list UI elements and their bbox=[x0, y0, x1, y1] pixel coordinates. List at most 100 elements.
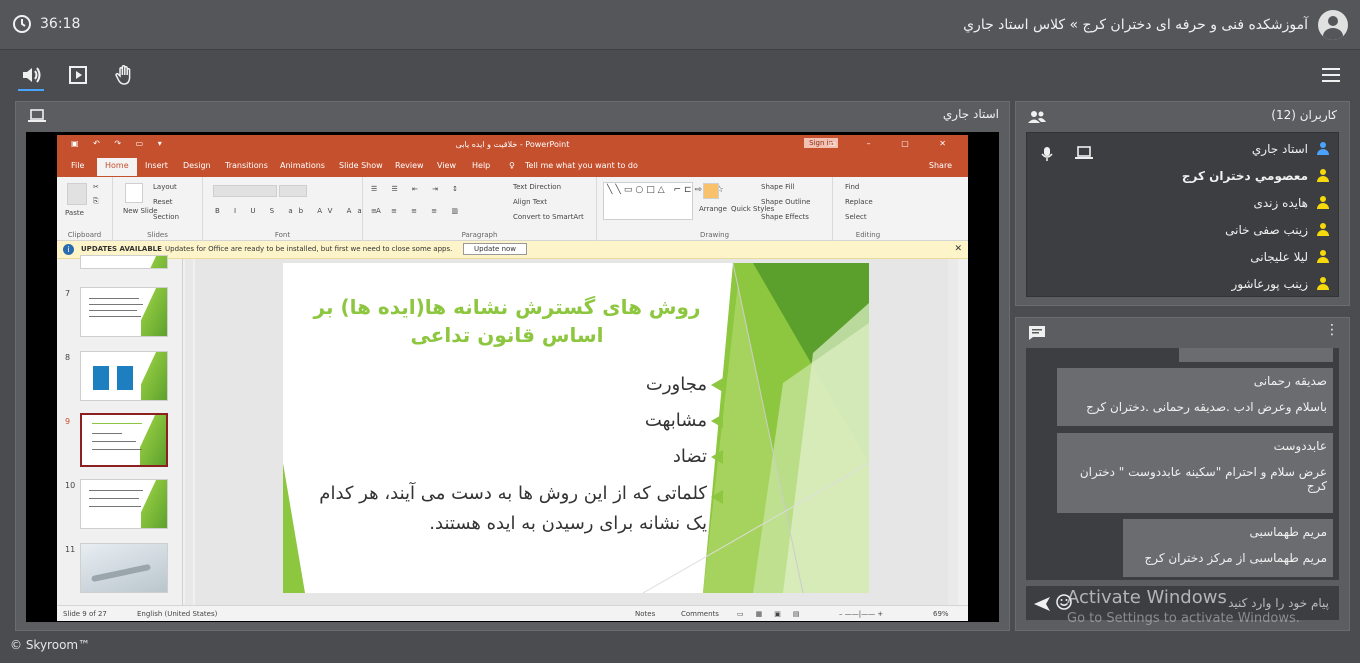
comments-button[interactable]: Comments bbox=[681, 610, 719, 618]
align-text-button[interactable]: Align Text bbox=[513, 198, 547, 206]
send-icon[interactable] bbox=[1034, 596, 1050, 615]
chat-message-partial bbox=[1179, 348, 1333, 362]
user-icon bbox=[1316, 277, 1330, 291]
speaker-icon[interactable] bbox=[19, 63, 43, 87]
top-bar: 36:18 آموزشکده فنی و حرفه ای دختران کرج … bbox=[0, 0, 1360, 50]
user-row[interactable]: زینب پورعاشور bbox=[1231, 277, 1330, 291]
current-slide: روش های گسترش نشانه ها(ایده ها) بر اساس … bbox=[283, 263, 869, 593]
user-row[interactable]: هایده زندی bbox=[1253, 196, 1330, 210]
ppt-status-bar: Slide 9 of 27 English (United States) No… bbox=[57, 605, 968, 621]
users-list: استاد جاري معصومي دختران کرج هایده زندی … bbox=[1026, 132, 1339, 297]
user-row[interactable]: لیلا علیجانی bbox=[1250, 250, 1330, 264]
paste-icon[interactable] bbox=[67, 183, 87, 205]
zoom-slider[interactable]: – ——|—— + bbox=[839, 610, 883, 618]
microphone-icon[interactable] bbox=[1041, 146, 1053, 166]
copy-icon[interactable]: ⎘ bbox=[93, 197, 99, 206]
screen-share-icon[interactable] bbox=[1075, 145, 1093, 164]
select-button[interactable]: Select bbox=[845, 213, 867, 221]
tab-slide-show[interactable]: Slide Show bbox=[339, 161, 383, 170]
tab-view[interactable]: View bbox=[437, 161, 456, 170]
chat-sender: مریم طهماسبی bbox=[1249, 525, 1327, 539]
window-controls: ▭ – ▢ ✕ bbox=[828, 139, 960, 148]
layout-button[interactable]: Layout bbox=[153, 183, 177, 191]
convert-smartart-button[interactable]: Convert to SmartArt bbox=[513, 213, 584, 221]
bullet-item: کلماتی که از این روش ها به دست می آیند، … bbox=[303, 479, 723, 539]
share-button[interactable]: Share bbox=[929, 161, 952, 170]
paste-label: Paste bbox=[65, 209, 84, 217]
slide-scrollbar[interactable] bbox=[948, 259, 958, 605]
slides-group-label: Slides bbox=[147, 231, 168, 239]
chat-message: عابددوست عرض سلام و احترام "سکینه عابددو… bbox=[1057, 433, 1333, 513]
font-format-icons[interactable]: B I U S ab AV Aa A bbox=[215, 207, 387, 215]
info-icon: i bbox=[63, 244, 74, 255]
arrange-icon[interactable] bbox=[703, 183, 719, 199]
slide-thumbnail-8[interactable] bbox=[80, 351, 168, 401]
text-direction-button[interactable]: Text Direction bbox=[513, 183, 561, 191]
shape-fill-button[interactable]: Shape Fill bbox=[761, 183, 795, 191]
user-row[interactable]: معصومي دختران کرج bbox=[1182, 169, 1330, 183]
hamburger-menu-icon[interactable] bbox=[1322, 68, 1342, 84]
chat-sender: صدیقه رحمانی bbox=[1253, 374, 1327, 388]
notes-button[interactable]: Notes bbox=[635, 610, 655, 618]
cut-icon[interactable]: ✂ bbox=[93, 183, 99, 191]
updates-message: Updates for Office are ready to be insta… bbox=[165, 245, 453, 253]
activate-windows-title: Activate Windows bbox=[1067, 587, 1227, 608]
tab-insert[interactable]: Insert bbox=[145, 161, 168, 170]
chat-icon bbox=[1028, 325, 1046, 345]
section-button[interactable]: Section bbox=[153, 213, 179, 221]
thumb-number-8: 8 bbox=[65, 353, 71, 362]
tell-me-search[interactable]: Tell me what you want to do bbox=[525, 161, 638, 170]
slide-thumbnail-7[interactable] bbox=[80, 287, 168, 337]
align-icons[interactable]: ≡ ≡ ≡ ≡ ▥ bbox=[371, 207, 464, 215]
drawing-group-label: Drawing bbox=[699, 231, 730, 239]
tell-me-icon: ♀ bbox=[509, 161, 515, 170]
user-avatar-icon[interactable] bbox=[1318, 10, 1348, 40]
powerpoint-window: ▣ ↶ ↷ ▭ ▾ خلاقیت و ایده یابی - PowerPoin… bbox=[57, 135, 968, 621]
find-button[interactable]: Find bbox=[845, 183, 859, 191]
replace-button[interactable]: Replace bbox=[845, 198, 873, 206]
ppt-ribbon-tabs: File Home Insert Design Transitions Anim… bbox=[57, 155, 968, 177]
room-title: آموزشکده فنی و حرفه ای دختران کرج » کلاس… bbox=[963, 10, 1348, 40]
user-row[interactable]: استاد جاري bbox=[1252, 142, 1330, 156]
chat-text: مریم طهماسبی از مرکز دختران کرج bbox=[1144, 551, 1327, 565]
user-icon bbox=[1316, 223, 1330, 237]
list-icons[interactable]: ☰ ☰ ⇤ ⇥ ↕ bbox=[371, 185, 464, 193]
zoom-level[interactable]: 69% bbox=[933, 610, 949, 618]
tab-animations[interactable]: Animations bbox=[280, 161, 325, 170]
user-name: زینب پورعاشور bbox=[1231, 277, 1308, 291]
shape-effects-button[interactable]: Shape Effects bbox=[761, 213, 809, 221]
font-size-field[interactable] bbox=[279, 185, 307, 197]
view-buttons[interactable]: ▭▦▣▤ bbox=[737, 610, 811, 618]
presentation-icon[interactable] bbox=[66, 63, 90, 87]
font-name-field[interactable] bbox=[213, 185, 277, 197]
ribbon-group-paragraph: ☰ ☰ ⇤ ⇥ ↕ ≡ ≡ ≡ ≡ ▥ Text Direction Align… bbox=[363, 177, 597, 241]
thumb-number-9: 9 bbox=[65, 417, 71, 426]
slide-thumbnail-11[interactable] bbox=[80, 543, 168, 593]
tab-review[interactable]: Review bbox=[395, 161, 424, 170]
quick-styles-label[interactable]: Quick Styles bbox=[731, 205, 774, 213]
shape-outline-button[interactable]: Shape Outline bbox=[761, 198, 810, 206]
tab-design[interactable]: Design bbox=[183, 161, 211, 170]
updates-bar: i UPDATES AVAILABLE Updates for Office a… bbox=[57, 241, 968, 259]
chat-input-placeholder: پیام خود را وارد کنید bbox=[1228, 596, 1329, 610]
slide-thumbnail-9-selected[interactable] bbox=[80, 413, 168, 467]
reset-button[interactable]: Reset bbox=[153, 198, 173, 206]
new-slide-icon[interactable] bbox=[125, 183, 143, 203]
tab-transitions[interactable]: Transitions bbox=[225, 161, 268, 170]
close-icon[interactable]: ✕ bbox=[954, 244, 962, 254]
update-now-button[interactable]: Update now bbox=[463, 243, 528, 255]
arrange-label[interactable]: Arrange bbox=[699, 205, 727, 213]
chat-more-icon[interactable]: ⋮ bbox=[1325, 322, 1339, 338]
raise-hand-icon[interactable] bbox=[113, 63, 137, 87]
slide-thumbnail-10[interactable] bbox=[80, 479, 168, 529]
thumbnail-scrollbar[interactable] bbox=[185, 259, 193, 605]
tab-home[interactable]: Home bbox=[97, 158, 137, 176]
footer-copyright: © Skyroom™ bbox=[10, 638, 91, 652]
ppt-title-bar: ▣ ↶ ↷ ▭ ▾ خلاقیت و ایده یابی - PowerPoin… bbox=[57, 135, 968, 155]
tab-file[interactable]: File bbox=[71, 161, 84, 170]
tab-help[interactable]: Help bbox=[472, 161, 490, 170]
slide-thumbnail-6[interactable] bbox=[80, 255, 168, 269]
thumb-number-10: 10 bbox=[65, 481, 76, 490]
chat-panel: ⋮ صدیقه رحمانی باسلام وعرض ادب .صدیقه رح… bbox=[1015, 317, 1350, 631]
user-row[interactable]: زینب صفی خانی bbox=[1225, 223, 1330, 237]
